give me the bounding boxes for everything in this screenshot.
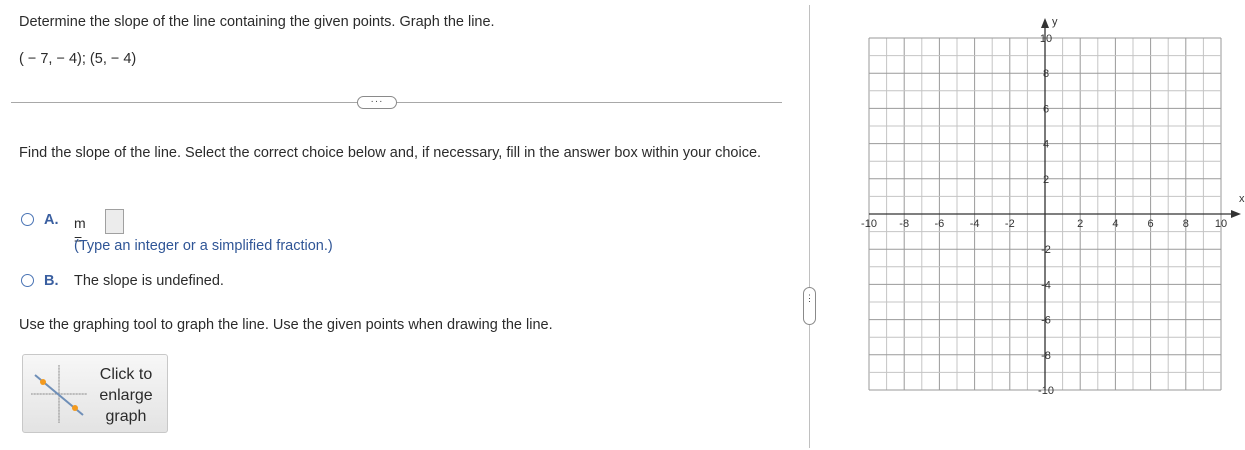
choice-b-radio[interactable] xyxy=(21,274,34,287)
x-tick-label: 4 xyxy=(1112,218,1118,230)
y-tick-label: 4 xyxy=(1043,139,1049,151)
answer-hint: (Type an integer or a simplified fractio… xyxy=(74,238,333,254)
coordinate-graph[interactable]: x y -10 -8 -6 -4 -2 2 4 6 8 10 10 8 6 4 2 -2 -4 -6 -8 -10 xyxy=(850,10,1245,400)
x-tick-label: 10 xyxy=(1215,218,1227,230)
y-tick-label: -8 xyxy=(1041,350,1051,362)
y-tick-label: 8 xyxy=(1043,68,1049,80)
y-tick-label: -10 xyxy=(1038,385,1054,397)
graph-instruction: Use the graphing tool to graph the line.… xyxy=(19,317,553,333)
y-tick-label: 10 xyxy=(1040,33,1052,45)
x-tick-label: -2 xyxy=(1005,218,1015,230)
choice-b-letter: B. xyxy=(44,273,59,289)
y-axis-arrow xyxy=(1041,18,1049,28)
choice-a-radio[interactable] xyxy=(21,213,34,226)
y-tick-label: 6 xyxy=(1043,103,1049,115)
y-axis-label: y xyxy=(1052,16,1058,28)
x-axis-label: x xyxy=(1239,193,1245,205)
given-points: ( − 7, − 4); (5, − 4) xyxy=(19,51,137,67)
x-tick-label: 2 xyxy=(1077,218,1083,230)
x-tick-label: 8 xyxy=(1183,218,1189,230)
panel-splitter[interactable] xyxy=(809,5,810,448)
x-tick-label: -4 xyxy=(970,218,980,230)
x-tick-label: -10 xyxy=(861,218,877,230)
show-more-button[interactable]: ··· xyxy=(357,96,397,109)
choice-a-letter: A. xyxy=(44,212,59,228)
x-tick-label: -6 xyxy=(935,218,945,230)
graph-tool-icon xyxy=(31,365,87,423)
y-tick-label: -6 xyxy=(1041,315,1051,327)
y-tick-label: 2 xyxy=(1043,174,1049,186)
enlarge-graph-button[interactable]: Click to enlarge graph xyxy=(22,354,168,433)
enlarge-button-label: Click to enlarge graph xyxy=(99,366,153,425)
x-tick-label: -8 xyxy=(899,218,909,230)
question-prompt: Determine the slope of the line containi… xyxy=(19,14,495,30)
choice-b-text: The slope is undefined. xyxy=(74,273,224,289)
instruction-text: Find the slope of the line. Select the c… xyxy=(19,145,762,161)
x-tick-label: 6 xyxy=(1148,218,1154,230)
splitter-handle[interactable]: ⋮ xyxy=(803,287,816,325)
x-axis-arrow xyxy=(1231,210,1241,218)
y-tick-label: -4 xyxy=(1041,279,1051,291)
slope-answer-input[interactable] xyxy=(105,209,124,234)
y-tick-label: -2 xyxy=(1041,244,1051,256)
